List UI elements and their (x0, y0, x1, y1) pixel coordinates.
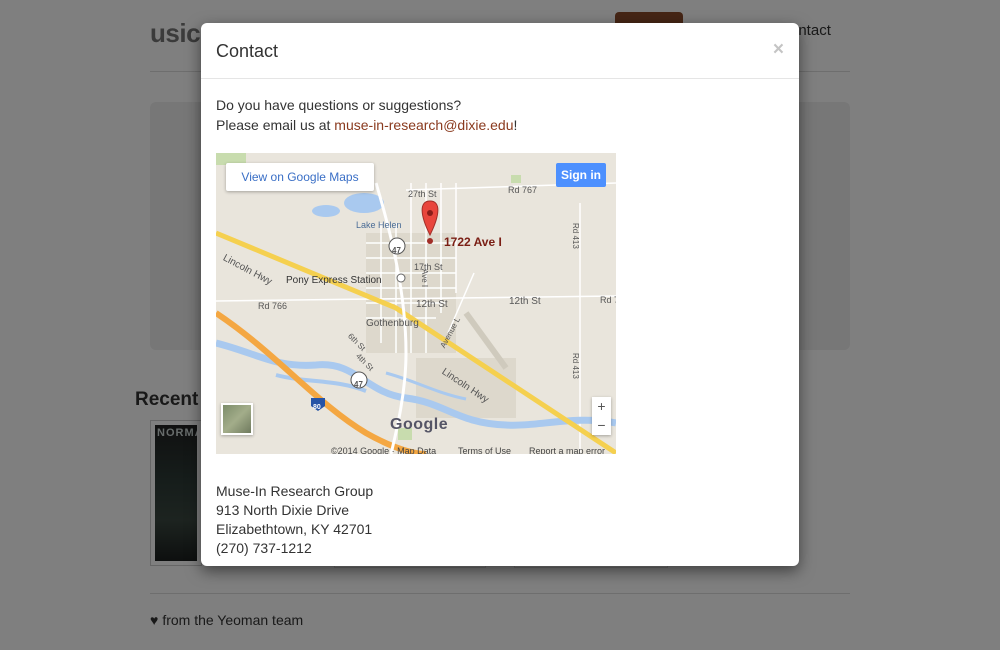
contact-address: Muse-In Research Group 913 North Dixie D… (216, 482, 784, 558)
zoom-control: + − (592, 397, 611, 435)
intro-line-2: Please email us at muse-in-research@dixi… (216, 115, 784, 135)
map-label-ave-i: Ave I (420, 269, 429, 288)
map-label-rd-767: Rd 767 (508, 185, 538, 195)
address-city: Elizabethtown, KY 42701 (216, 521, 373, 537)
map-label-12th-st: 12th St (416, 299, 448, 310)
zoom-in-button[interactable]: + (592, 397, 611, 416)
email-link[interactable]: muse-in-research@dixie.edu (334, 117, 513, 133)
address-street: 913 North Dixie Drive (216, 502, 350, 518)
satellite-view-toggle[interactable] (221, 403, 253, 435)
modal-title: Contact (216, 41, 279, 61)
address-org: Muse-In Research Group (216, 483, 374, 499)
address-phone: (270) 737-1212 (216, 540, 312, 556)
google-map[interactable]: View on Google Maps Sign in 27th St Rd 7… (216, 153, 616, 454)
map-label-pony-express-station: Pony Express Station (286, 275, 382, 286)
marker-label: 1722 Ave I (444, 235, 502, 249)
modal-body: Do you have questions or suggestions? Pl… (201, 79, 799, 566)
map-label-gothenburg: Gothenburg (366, 318, 419, 329)
map-label-rd-413: Rd 413 (571, 223, 580, 249)
map-copyright: ©2014 Google · Map Data (331, 446, 437, 454)
map-label-27th-st: 27th St (408, 189, 437, 199)
map-label-hwy-47: 47 (392, 246, 401, 255)
intro-line-1: Do you have questions or suggestions? (216, 97, 462, 113)
map-terms-link[interactable]: Terms of Use (458, 441, 511, 454)
close-icon[interactable]: × (773, 39, 784, 61)
map-label-i80: 80 (313, 404, 321, 411)
map-report-link[interactable]: Report a map error (529, 441, 605, 454)
zoom-out-button[interactable]: − (592, 416, 611, 435)
map-label-rd-766: Rd 766 (258, 301, 288, 311)
map-label-lake-helen: Lake Helen (356, 220, 402, 230)
view-on-google-maps-button[interactable]: View on Google Maps (226, 163, 374, 191)
google-logo: Google (390, 416, 449, 433)
intro-prefix: Please email us at (216, 117, 335, 133)
contact-modal: Contact × Do you have questions or sugge… (201, 23, 799, 566)
map-label-rd-7: Rd 7 (600, 295, 616, 305)
map-label-hwy-47: 47 (354, 380, 363, 389)
modal-header: Contact × (201, 23, 799, 79)
intro-suffix: ! (513, 117, 518, 133)
map-label-rd-413: Rd 413 (571, 353, 580, 379)
sign-in-button[interactable]: Sign in (556, 163, 606, 187)
map-label-12th-st: 12th St (509, 296, 541, 307)
